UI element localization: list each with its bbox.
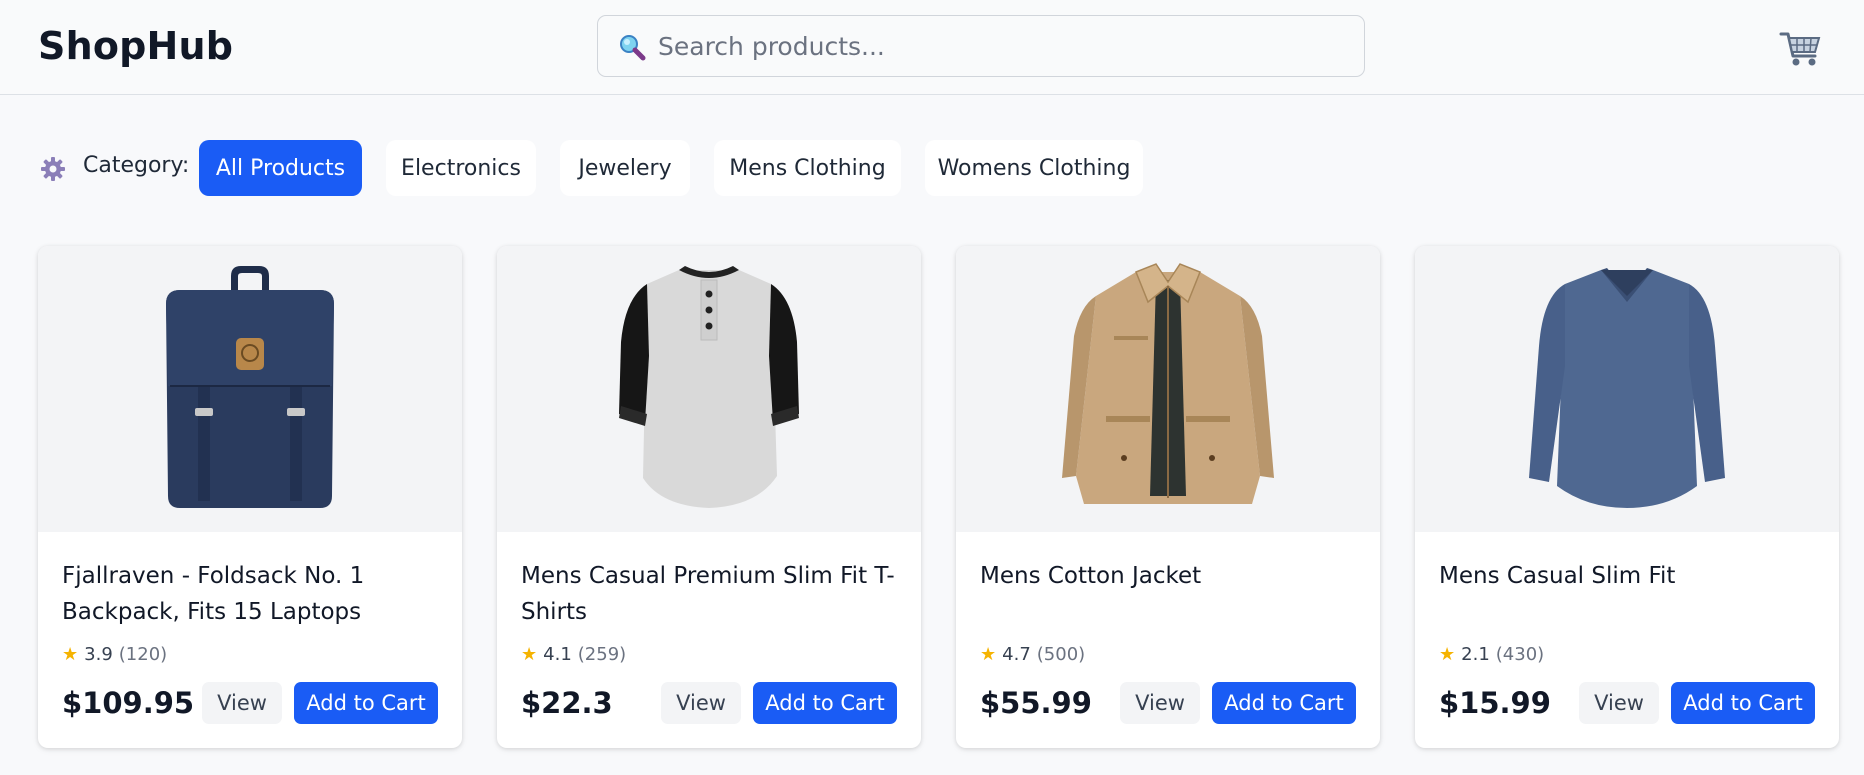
star-icon: ★ (521, 644, 538, 665)
search-input[interactable] (658, 16, 1348, 76)
product-rating: ★ 4.7 (500) (980, 644, 1085, 665)
category-all-products[interactable]: All Products (199, 140, 362, 196)
product-price: $55.99 (980, 686, 1092, 720)
search-bar[interactable] (597, 15, 1365, 77)
view-button[interactable]: View (661, 682, 741, 724)
shopping-cart-icon (1779, 32, 1821, 66)
brand-logo[interactable]: ShopHub (38, 24, 233, 68)
top-header: ShopHub (0, 0, 1864, 95)
view-button[interactable]: View (1579, 682, 1659, 724)
category-mens-clothing[interactable]: Mens Clothing (714, 140, 901, 196)
rating-count: (430) (1495, 644, 1545, 665)
product-rating: ★ 4.1 (259) (521, 644, 626, 665)
product-title[interactable]: Mens Cotton Jacket (980, 558, 1360, 594)
add-to-cart-button[interactable]: Add to Cart (1212, 682, 1356, 724)
product-card[interactable]: Mens Casual Premium Slim Fit T-Shirts ★ … (497, 246, 921, 748)
product-rating: ★ 2.1 (430) (1439, 644, 1544, 665)
product-card[interactable]: Mens Casual Slim Fit ★ 2.1 (430) $15.99 … (1415, 246, 1839, 748)
rating-value: 2.1 (1461, 644, 1490, 665)
category-jewelery[interactable]: Jewelery (560, 140, 690, 196)
product-card[interactable]: Mens Cotton Jacket ★ 4.7 (500) $55.99 Vi… (956, 246, 1380, 748)
view-button[interactable]: View (1120, 682, 1200, 724)
product-title[interactable]: Mens Casual Slim Fit (1439, 558, 1819, 594)
category-womens-clothing[interactable]: Womens Clothing (925, 140, 1143, 196)
product-price: $109.95 (62, 686, 195, 720)
search-icon (617, 32, 647, 62)
product-price: $22.3 (521, 686, 613, 720)
rating-value: 4.1 (543, 644, 572, 665)
product-rating: ★ 3.9 (120) (62, 644, 167, 665)
product-image-henley-shirt[interactable] (497, 246, 921, 532)
view-button[interactable]: View (202, 682, 282, 724)
product-title[interactable]: Mens Casual Premium Slim Fit T-Shirts (521, 558, 901, 630)
gear-icon (40, 156, 66, 182)
rating-value: 3.9 (84, 644, 113, 665)
add-to-cart-button[interactable]: Add to Cart (753, 682, 897, 724)
product-image-long-sleeve-shirt[interactable] (1415, 246, 1839, 532)
star-icon: ★ (62, 644, 79, 665)
rating-count: (120) (118, 644, 168, 665)
add-to-cart-button[interactable]: Add to Cart (294, 682, 438, 724)
category-electronics[interactable]: Electronics (386, 140, 536, 196)
star-icon: ★ (980, 644, 997, 665)
product-title[interactable]: Fjallraven - Foldsack No. 1 Backpack, Fi… (62, 558, 442, 630)
star-icon: ★ (1439, 644, 1456, 665)
rating-count: (259) (577, 644, 627, 665)
category-filter-bar: Category: All Products Electronics Jewel… (0, 140, 1864, 196)
category-label: Category: (83, 153, 190, 178)
cart-button[interactable] (1779, 26, 1823, 70)
add-to-cart-button[interactable]: Add to Cart (1671, 682, 1815, 724)
product-price: $15.99 (1439, 686, 1551, 720)
rating-count: (500) (1036, 644, 1086, 665)
product-image-cotton-jacket[interactable] (956, 246, 1380, 532)
rating-value: 4.7 (1002, 644, 1031, 665)
product-image-backpack[interactable] (38, 246, 462, 532)
product-card[interactable]: Fjallraven - Foldsack No. 1 Backpack, Fi… (38, 246, 462, 748)
